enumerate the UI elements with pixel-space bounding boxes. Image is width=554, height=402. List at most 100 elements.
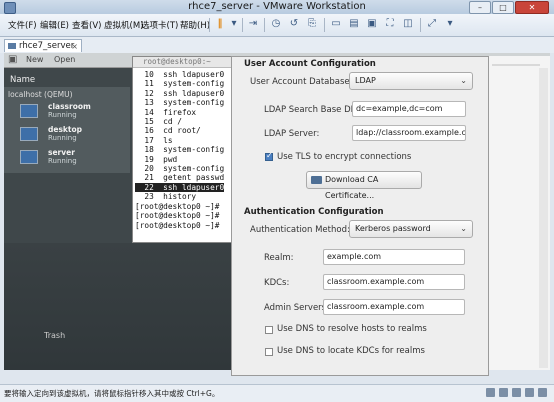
tab-rhce7-server[interactable]: rhce7_server ×: [4, 39, 82, 52]
minimize-button[interactable]: –: [469, 1, 491, 14]
kdcs-input[interactable]: classroom.example.com: [323, 274, 465, 290]
window-titlebar: rhce7_server - VMware Workstation – □ ✕: [0, 0, 554, 14]
unity-icon[interactable]: ◫: [402, 18, 414, 30]
pause-icon[interactable]: ‖: [214, 18, 226, 30]
checkmark-icon: ✓: [266, 151, 273, 160]
terminal-line: 21 getent passwd: [135, 173, 225, 183]
chevron-down-icon: ⌄: [460, 76, 467, 85]
terminal-line: 22 ssh ldapuser0: [135, 182, 225, 193]
terminal-line: [root@desktop0 ~]#: [135, 220, 225, 230]
search-base-label: LDAP Search Base DN:: [264, 105, 360, 115]
toolbar-separator: [420, 18, 421, 32]
kdcs-label: KDCs:: [264, 278, 290, 288]
vm-icon: [8, 43, 16, 49]
toolbar-separator: [264, 18, 265, 32]
vm-list: localhost (QEMU) classroom Running deskt…: [4, 87, 130, 173]
terminal-line: 11 system-config: [135, 79, 225, 89]
vm-state: Running: [48, 111, 77, 119]
database-select[interactable]: LDAP ⌄: [349, 72, 473, 90]
database-value: LDAP: [355, 76, 376, 85]
terminal-line: 14 firefox: [135, 107, 197, 117]
vm-item-classroom[interactable]: classroom Running: [20, 101, 120, 121]
tab-bar: rhce7_server ×: [0, 37, 554, 53]
library-icon[interactable]: ▭: [330, 18, 342, 30]
terminal-line: 13 system-config: [135, 98, 225, 108]
usb-icon[interactable]: [512, 388, 521, 397]
terminal-line: 18 system-config: [135, 145, 225, 155]
stretch-icon[interactable]: ⤢: [426, 18, 438, 30]
dns-kdc-checkbox[interactable]: [265, 348, 273, 356]
vm-list-header: Name: [10, 75, 36, 85]
snapshot-icon[interactable]: ◷: [270, 18, 282, 30]
terminal-line: 16 cd root/: [135, 126, 201, 136]
vm-item-desktop[interactable]: desktop Running: [20, 124, 120, 144]
menu-vm[interactable]: 虚拟机(M): [104, 19, 143, 31]
tls-checkbox[interactable]: ✓: [265, 151, 273, 161]
maximize-icon: □: [499, 3, 507, 12]
monitor-icon: [20, 104, 38, 118]
ldap-server-input[interactable]: ldap://classroom.example.com: [352, 125, 466, 141]
tls-label: Use TLS to encrypt connections: [277, 152, 412, 162]
auth-section-title: Authentication Configuration: [244, 207, 384, 217]
network-icon[interactable]: [499, 388, 508, 397]
auth-method-label: Authentication Method:: [250, 225, 350, 235]
terminal-line: 20 system-config: [135, 164, 225, 174]
maximize-button[interactable]: □: [492, 1, 514, 14]
open-vm-button[interactable]: Open: [54, 55, 75, 64]
background-window-rule: [492, 64, 540, 66]
realm-label: Realm:: [264, 253, 294, 263]
terminal-line: [root@desktop0 ~]#: [135, 201, 225, 211]
toolbar-separator: [324, 18, 325, 32]
ldap-server-label: LDAP Server:: [264, 129, 320, 139]
disk-icon[interactable]: [486, 388, 495, 397]
vertical-scrollbar[interactable]: [539, 68, 548, 368]
menu-tabs[interactable]: 选项卡(T): [141, 19, 178, 31]
vm-name: server: [48, 148, 75, 157]
terminal-line: 23 history: [135, 192, 197, 202]
close-icon: ✕: [528, 3, 536, 12]
dns-realm-checkbox[interactable]: [265, 326, 273, 334]
chevron-down-icon[interactable]: ▾: [228, 18, 240, 30]
new-vm-button[interactable]: New: [26, 55, 43, 64]
search-base-input[interactable]: dc=example,dc=com: [352, 101, 466, 117]
monitor-icon: [20, 127, 38, 141]
keyboard-icon[interactable]: [525, 388, 534, 397]
snapshot-restore-icon[interactable]: ↺: [288, 18, 300, 30]
menu-help[interactable]: 帮助(H): [180, 19, 210, 31]
status-text: 要将输入定向到该虚拟机，请将鼠标指针移入其中或按 Ctrl+G。: [4, 389, 220, 398]
close-button[interactable]: ✕: [515, 1, 549, 14]
menu-edit[interactable]: 编辑(E): [40, 19, 69, 31]
tab-close-icon[interactable]: ×: [71, 40, 78, 53]
download-ca-label: Download CA Certificate...: [325, 175, 379, 200]
realm-input[interactable]: example.com: [323, 249, 465, 265]
trash-label[interactable]: Trash: [44, 331, 65, 340]
sound-icon[interactable]: [538, 388, 547, 397]
stretch-menu-icon[interactable]: ▾: [444, 18, 456, 30]
auth-method-select[interactable]: Kerberos password ⌄: [349, 220, 473, 238]
tab-label: rhce7_server: [19, 41, 75, 51]
user-account-section-title: User Account Configuration: [244, 59, 376, 69]
chevron-down-icon: ⌄: [460, 224, 467, 233]
menu-file[interactable]: 文件(F): [8, 19, 37, 31]
menu-view[interactable]: 查看(V): [72, 19, 101, 31]
new-vm-icon[interactable]: ▣: [8, 54, 17, 65]
download-icon: [311, 176, 322, 184]
host-label[interactable]: localhost (QEMU): [8, 90, 73, 99]
minimize-icon: –: [478, 3, 482, 12]
fullscreen-icon[interactable]: ⛶: [384, 18, 396, 30]
console-view-icon[interactable]: ▣: [366, 18, 378, 30]
admin-servers-input[interactable]: classroom.example.com: [323, 299, 465, 315]
snapshot-manager-icon[interactable]: ⎘: [306, 18, 318, 30]
toolbar-separator: [209, 18, 210, 32]
terminal-output: 10 ssh ldapuser0 11 system-config 12 ssh…: [135, 70, 225, 230]
toolbar-separator: [242, 18, 243, 32]
auth-method-value: Kerberos password: [355, 224, 431, 233]
terminal-line: 15 cd /: [135, 117, 182, 127]
vm-state: Running: [48, 134, 77, 142]
thumbnail-icon[interactable]: ▤: [348, 18, 360, 30]
vm-item-server[interactable]: server Running: [20, 147, 120, 167]
menubar: 文件(F) 编辑(E) 查看(V) 虚拟机(M) 选项卡(T) 帮助(H) ‖ …: [0, 14, 554, 37]
download-ca-button[interactable]: Download CA Certificate...: [306, 171, 422, 200]
send-keys-icon[interactable]: ⇥: [247, 18, 259, 30]
terminal-line: 19 pwd: [135, 154, 178, 164]
